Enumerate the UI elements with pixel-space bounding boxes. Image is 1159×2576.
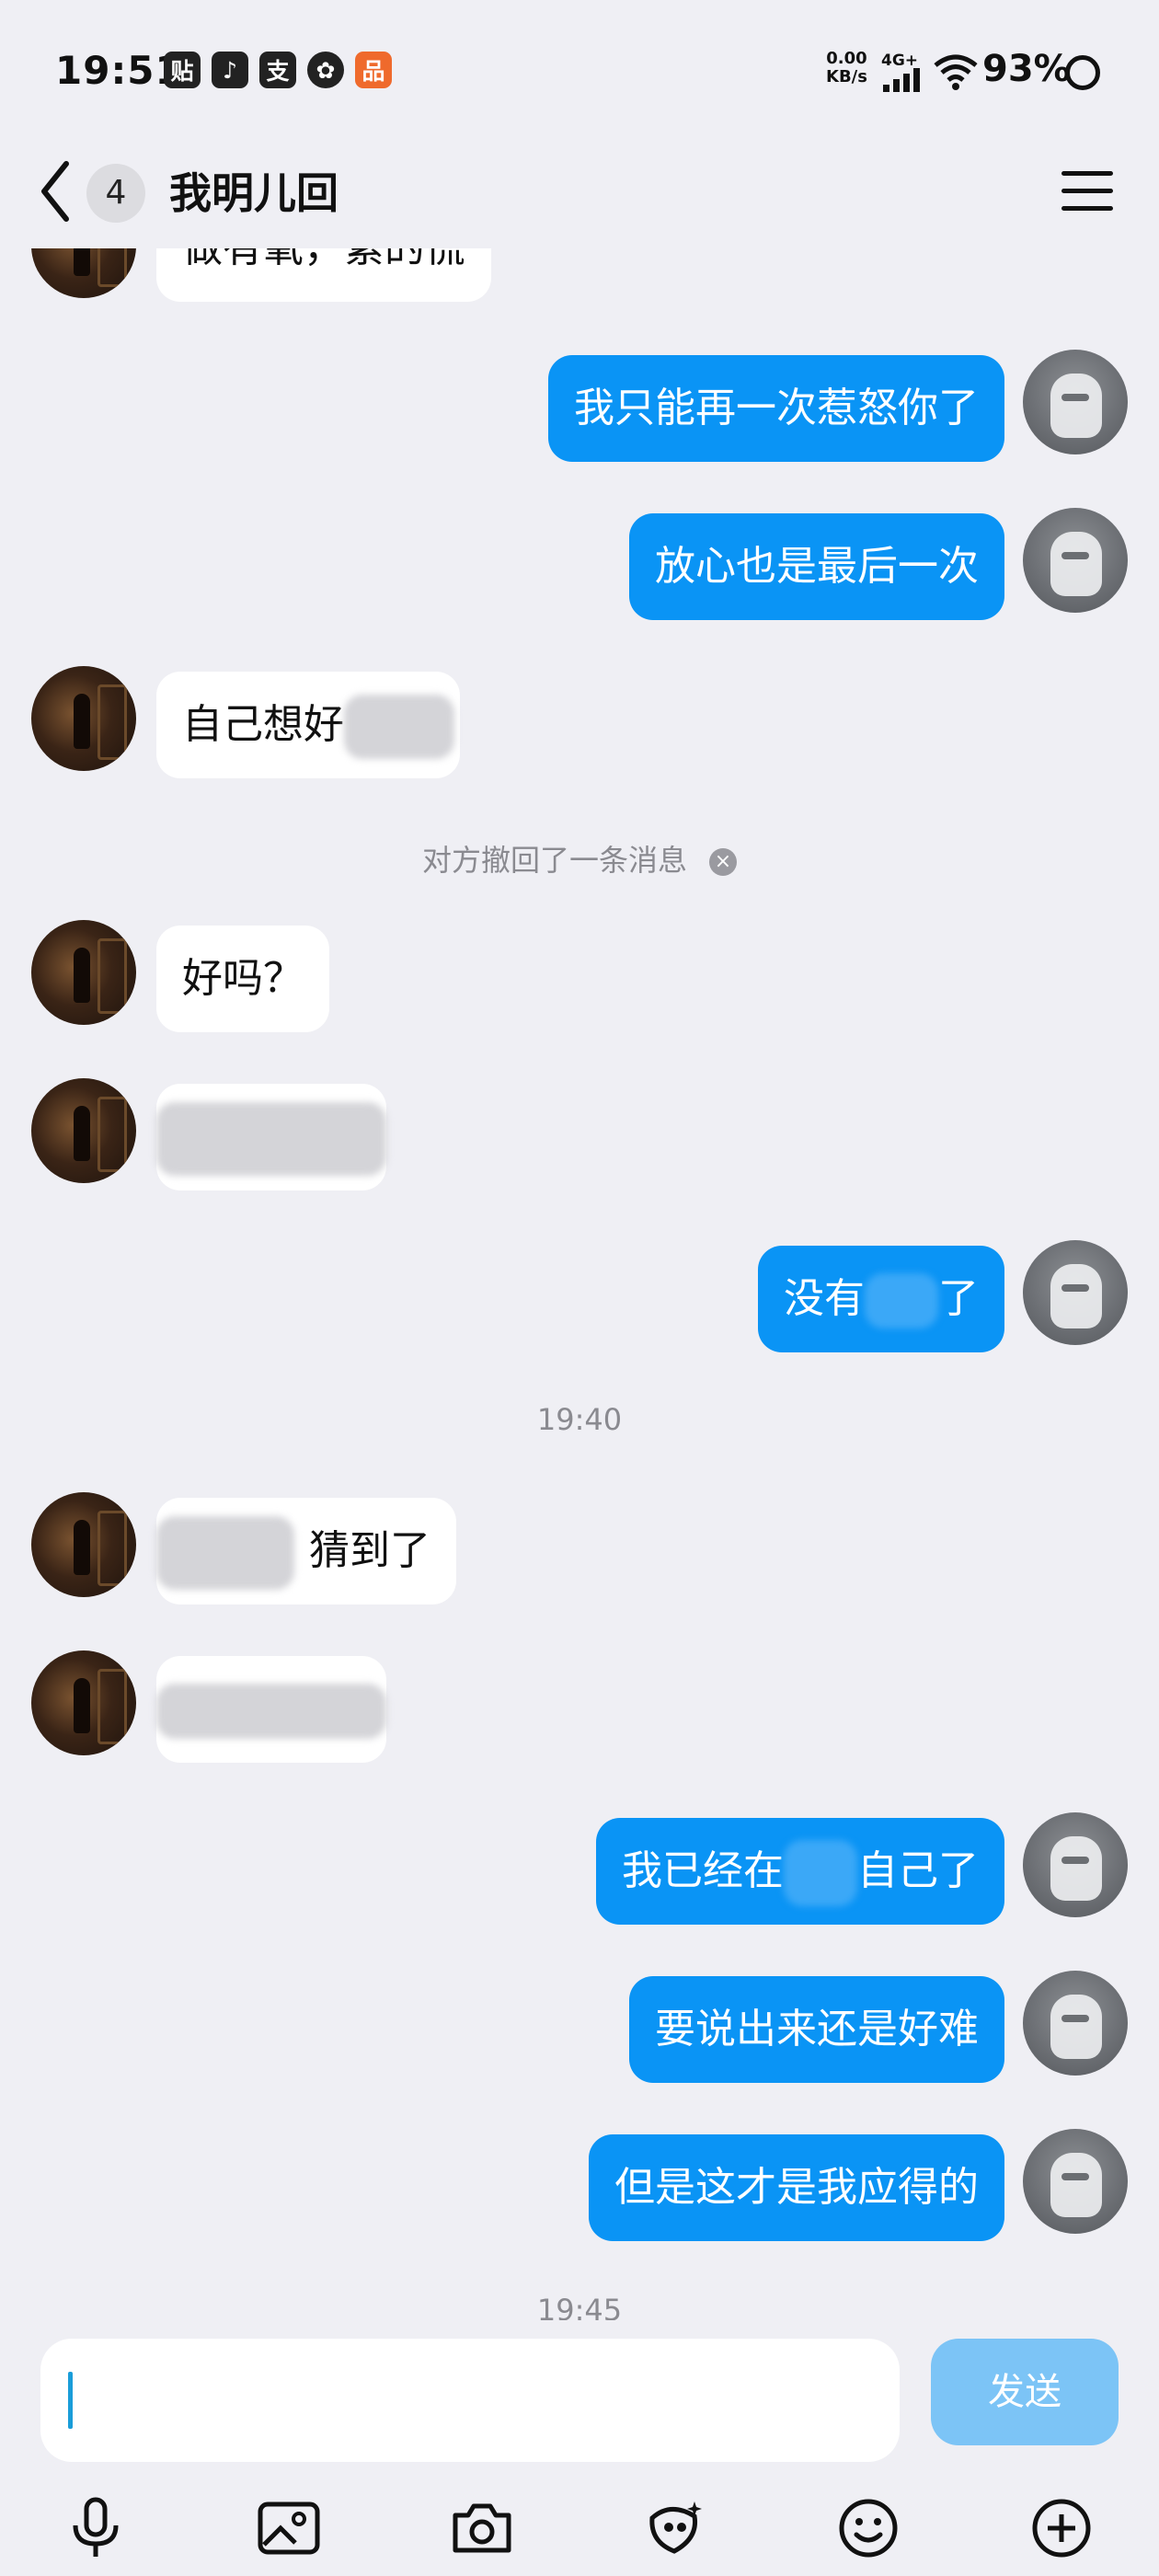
douyin-app-icon: ♪ — [212, 52, 248, 88]
recall-notice: 对方撤回了一条消息 × — [0, 837, 1159, 880]
message-bubble-sent[interactable]: 要说出来还是好难 — [629, 1976, 1004, 2083]
wechat-app-icon: ✿ — [307, 52, 344, 88]
signal-icon — [883, 68, 920, 92]
message-timestamp: 19:45 — [536, 2293, 623, 2320]
my-avatar[interactable] — [1023, 350, 1128, 454]
network-speed: 0.00 KB/s — [826, 50, 867, 86]
red-packet-icon[interactable] — [638, 2491, 712, 2565]
contact-avatar[interactable] — [31, 1078, 136, 1183]
battery-icon — [1065, 55, 1100, 90]
wifi-icon — [934, 54, 978, 90]
message-text: 猜到了 — [309, 1527, 430, 1574]
message-text: 自己想好 — [182, 701, 344, 748]
message-bubble-sent[interactable]: 没有 了 — [758, 1246, 1004, 1352]
my-avatar[interactable] — [1023, 2129, 1128, 2234]
message-timestamp: 19:40 — [536, 1402, 623, 1437]
status-bar: 19:51 贴 ♪ 支 ✿ 品 0.00 KB/s 4G+ 93% — [0, 0, 1159, 138]
chat-message-list[interactable]: 做有氧，紧的慌 我只能再一次惹怒你了 放心也是最后一次 自己想好 对方撤回了一条… — [0, 248, 1159, 2320]
network-speed-unit: KB/s — [826, 67, 867, 86]
my-avatar[interactable] — [1023, 1971, 1128, 2076]
message-bubble-received[interactable]: 好吗？ — [156, 926, 329, 1032]
contact-avatar[interactable] — [31, 666, 136, 771]
message-bubble-received[interactable] — [156, 1656, 386, 1763]
microphone-icon[interactable] — [59, 2491, 132, 2565]
message-bubble-received[interactable]: 自己想好 — [156, 672, 460, 778]
plus-icon[interactable] — [1025, 2491, 1098, 2565]
network-speed-value: 0.00 — [826, 49, 867, 68]
message-bubble-sent[interactable]: 放心也是最后一次 — [629, 513, 1004, 620]
message-bubble-received[interactable] — [156, 1084, 386, 1190]
contact-avatar[interactable] — [31, 248, 136, 298]
taobao-app-icon: 品 — [355, 52, 392, 88]
contact-avatar[interactable] — [31, 1650, 136, 1755]
message-bubble-sent[interactable]: 我已经在 自己了 — [596, 1818, 1004, 1925]
chat-header: 4 我明儿回 — [0, 138, 1159, 248]
message-bubble-received[interactable]: 做有氧，紧的慌 — [156, 248, 491, 302]
contact-avatar[interactable] — [31, 920, 136, 1025]
input-bar: 发送 — [0, 2320, 1159, 2576]
send-button[interactable]: 发送 — [931, 2339, 1119, 2445]
message-text: 没有 — [784, 1275, 865, 1322]
redacted-text — [865, 1273, 938, 1328]
notification-icons: 贴 ♪ 支 ✿ 品 — [164, 52, 392, 88]
my-avatar[interactable] — [1023, 1240, 1128, 1345]
image-icon[interactable] — [252, 2491, 326, 2565]
input-toolbar — [0, 2486, 1159, 2569]
menu-icon[interactable] — [1061, 158, 1113, 223]
emoji-icon[interactable] — [832, 2491, 905, 2565]
tieba-app-icon: 贴 — [164, 52, 201, 88]
contact-avatar[interactable] — [31, 1492, 136, 1597]
redacted-text — [344, 695, 454, 759]
unread-count-badge[interactable]: 4 — [86, 164, 145, 223]
redacted-text — [156, 1102, 386, 1176]
redacted-text — [784, 1840, 857, 1906]
message-input[interactable] — [40, 2339, 900, 2462]
text-cursor — [68, 2372, 73, 2429]
network-type: 4G+ — [881, 52, 919, 70]
recall-notice-text: 对方撤回了一条消息 — [421, 843, 687, 878]
close-icon[interactable]: × — [709, 848, 737, 876]
message-text: 自己了 — [857, 1847, 979, 1894]
redacted-text — [156, 1516, 294, 1590]
my-avatar[interactable] — [1023, 508, 1128, 613]
back-arrow-icon[interactable] — [35, 155, 75, 228]
alipay-app-icon: 支 — [259, 52, 296, 88]
redacted-text — [156, 1684, 386, 1739]
camera-icon[interactable] — [445, 2491, 519, 2565]
battery-percent: 93% — [982, 48, 1071, 90]
message-text: 我已经在 — [622, 1847, 784, 1894]
chat-title[interactable]: 我明儿回 — [169, 164, 339, 223]
message-bubble-sent[interactable]: 我只能再一次惹怒你了 — [548, 355, 1004, 462]
message-text: 了 — [938, 1275, 979, 1322]
message-bubble-sent[interactable]: 但是这才是我应得的 — [589, 2134, 1004, 2241]
my-avatar[interactable] — [1023, 1812, 1128, 1917]
message-bubble-received[interactable]: 猜到了 — [156, 1498, 456, 1604]
